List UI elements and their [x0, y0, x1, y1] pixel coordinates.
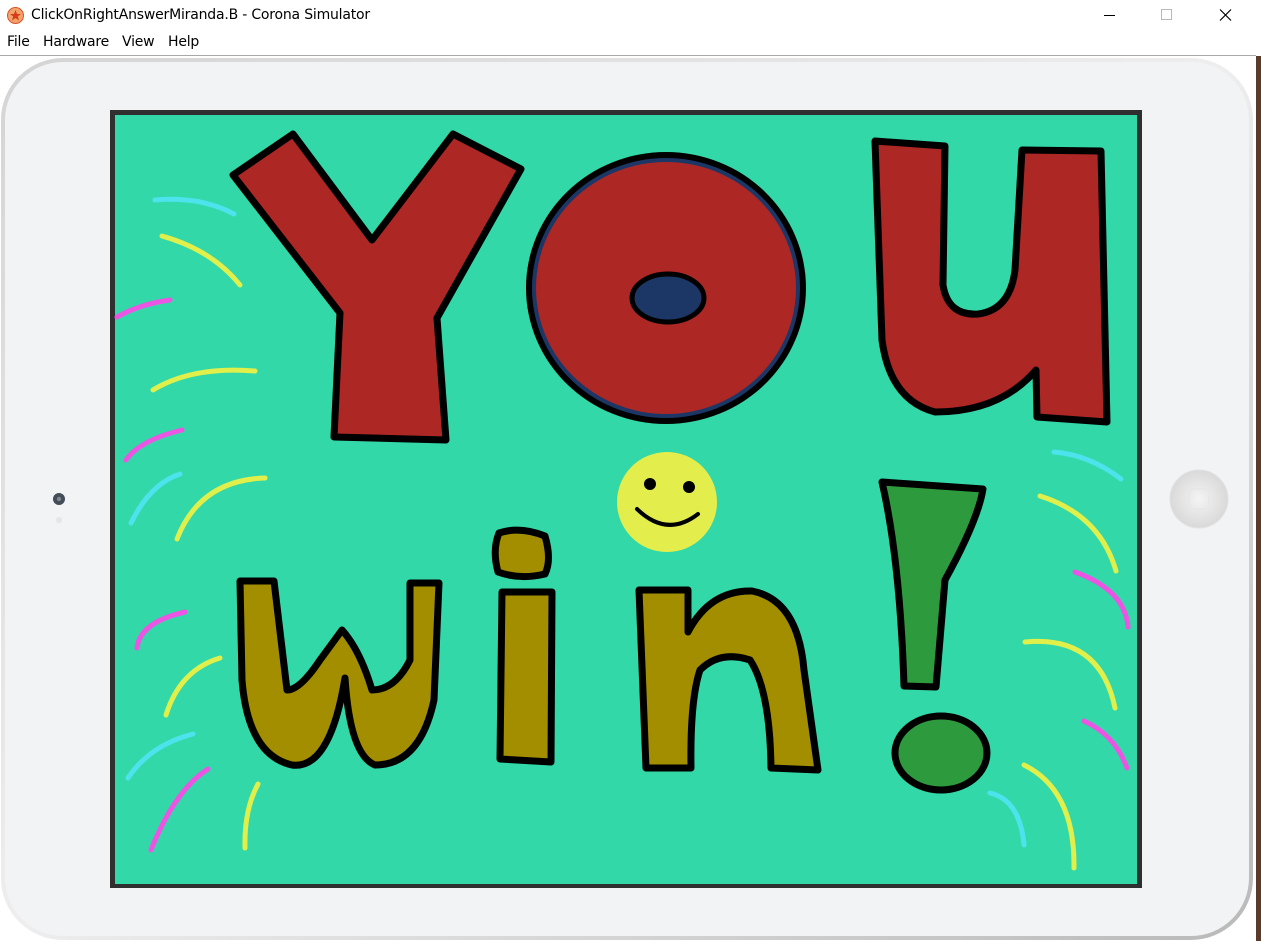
menu-help[interactable]: Help — [168, 34, 199, 50]
window-edge-top — [1256, 0, 1261, 56]
minimize-button[interactable] — [1080, 0, 1138, 31]
close-icon — [1219, 9, 1232, 21]
window-edge — [1256, 0, 1261, 941]
maximize-icon — [1161, 9, 1172, 20]
window-title: ClickOnRightAnswerMiranda.B - Corona Sim… — [31, 7, 370, 23]
home-button-icon[interactable] — [1169, 469, 1229, 529]
simulator-stage — [0, 56, 1261, 941]
tablet-device — [1, 58, 1253, 940]
menu-hardware[interactable]: Hardware — [43, 34, 109, 50]
maximize-button[interactable] — [1138, 0, 1196, 31]
letter-i — [491, 526, 556, 766]
letter-o — [526, 152, 806, 424]
close-button[interactable] — [1196, 0, 1254, 31]
menu-view[interactable]: View — [122, 34, 155, 50]
corona-app-icon — [7, 7, 24, 24]
smiley-face-icon — [617, 452, 717, 552]
menu-bar: File Hardware View Help — [0, 31, 1261, 55]
minimize-icon — [1104, 15, 1115, 16]
title-bar: ClickOnRightAnswerMiranda.B - Corona Sim… — [0, 0, 1261, 31]
game-screen[interactable] — [114, 115, 1137, 884]
menu-file[interactable]: File — [7, 34, 30, 50]
